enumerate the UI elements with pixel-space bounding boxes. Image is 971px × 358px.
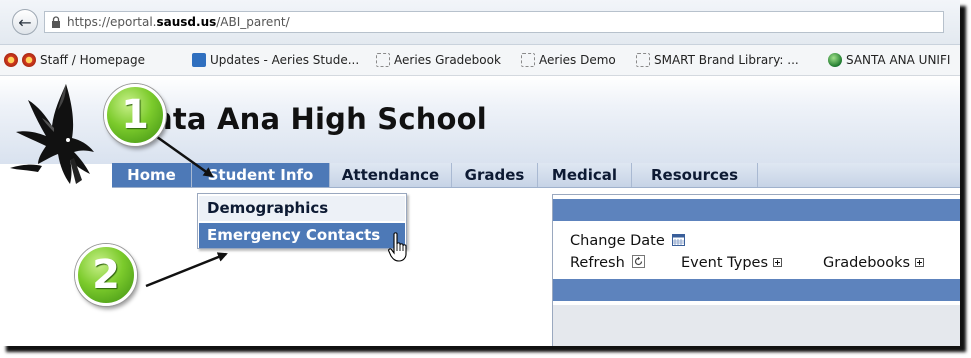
bookmark-label: Aeries Demo [539,53,616,67]
blank-page-icon [636,53,650,67]
menu-item-emergency-contacts[interactable]: Emergency Contacts [199,223,405,248]
screenshot-frame: ← https://eportal.sausd.us/ABI_parent/ S… [0,0,960,346]
step-1-badge: 1 [104,84,166,146]
nav-student-info[interactable]: Student Info [192,163,330,187]
nav-home[interactable]: Home [112,163,192,187]
bookmark-label: Staff / Homepage [40,53,146,67]
bookmark-aeries-demo[interactable]: Aeries Demo [521,52,616,68]
panel-body [553,305,960,346]
browser-toolbar: ← https://eportal.sausd.us/ABI_parent/ [0,0,960,45]
bookmark-santa-ana-unified[interactable]: SANTA ANA UNIFI [828,52,950,68]
bookmark-smart-library[interactable]: SMART Brand Library: ... [636,52,799,68]
refresh-link[interactable]: Refresh [570,255,646,271]
bookmarks-bar: Staff / Homepage Updates - Aeries Stude.… [0,45,960,76]
hand-cursor-icon [388,232,407,262]
main-nav: Home Student Info Attendance Grades Medi… [112,163,960,188]
student-info-dropdown: Demographics Emergency Contacts [197,193,407,249]
expand-plus-icon [773,258,783,267]
menu-item-demographics[interactable]: Demographics [199,196,405,221]
calendar-icon [672,234,686,246]
aeries-icon [192,53,206,67]
bookmark-label: Aeries Gradebook [394,53,501,67]
bookmark-aeries-gradebook[interactable]: Aeries Gradebook [376,52,501,68]
gradebooks-toggle[interactable]: Gradebooks [823,255,925,271]
nav-grades[interactable]: Grades [452,163,538,187]
refresh-icon [632,255,646,268]
step-2-badge: 2 [75,244,137,306]
arrow-to-emergency-contacts [145,252,228,288]
url-domain: sausd.us [156,15,217,29]
change-date-link[interactable]: Change Date [570,233,686,249]
seal-icon [22,53,36,67]
event-types-label: Event Types [681,255,769,271]
seal-icon [4,53,18,67]
globe-icon [828,53,842,67]
school-name: nta Ana High School [152,102,487,136]
blank-page-icon [521,53,535,67]
panel-section-bar [553,279,960,301]
bookmark-updates[interactable]: Updates - Aeries Stude... [192,52,359,68]
refresh-label: Refresh [570,255,625,271]
lock-icon [52,16,60,28]
blank-page-icon [376,53,390,67]
address-bar[interactable]: https://eportal.sausd.us/ABI_parent/ [44,11,944,33]
gradebooks-label: Gradebooks [823,255,911,271]
panel-header-bar [553,199,960,221]
url-prefix: https://eportal. [67,15,157,29]
nav-resources[interactable]: Resources [632,163,758,187]
calendar-panel: Change Date Refresh Event Types Gradeboo… [552,194,960,346]
bookmark-label: Updates - Aeries Stude... [210,53,360,67]
eagle-logo [10,84,94,184]
event-types-toggle[interactable]: Event Types [681,255,783,271]
url-path: /ABI_parent/ [216,15,290,29]
nav-medical[interactable]: Medical [538,163,632,187]
bookmark-label: SMART Brand Library: ... [654,53,799,67]
expand-plus-icon [915,258,925,267]
bookmark-staff-homepage[interactable]: Staff / Homepage [4,52,145,68]
bookmark-label: SANTA ANA UNIFI [846,53,951,67]
back-arrow-icon[interactable]: ← [12,9,38,35]
change-date-label: Change Date [570,233,665,249]
nav-attendance[interactable]: Attendance [330,163,452,187]
